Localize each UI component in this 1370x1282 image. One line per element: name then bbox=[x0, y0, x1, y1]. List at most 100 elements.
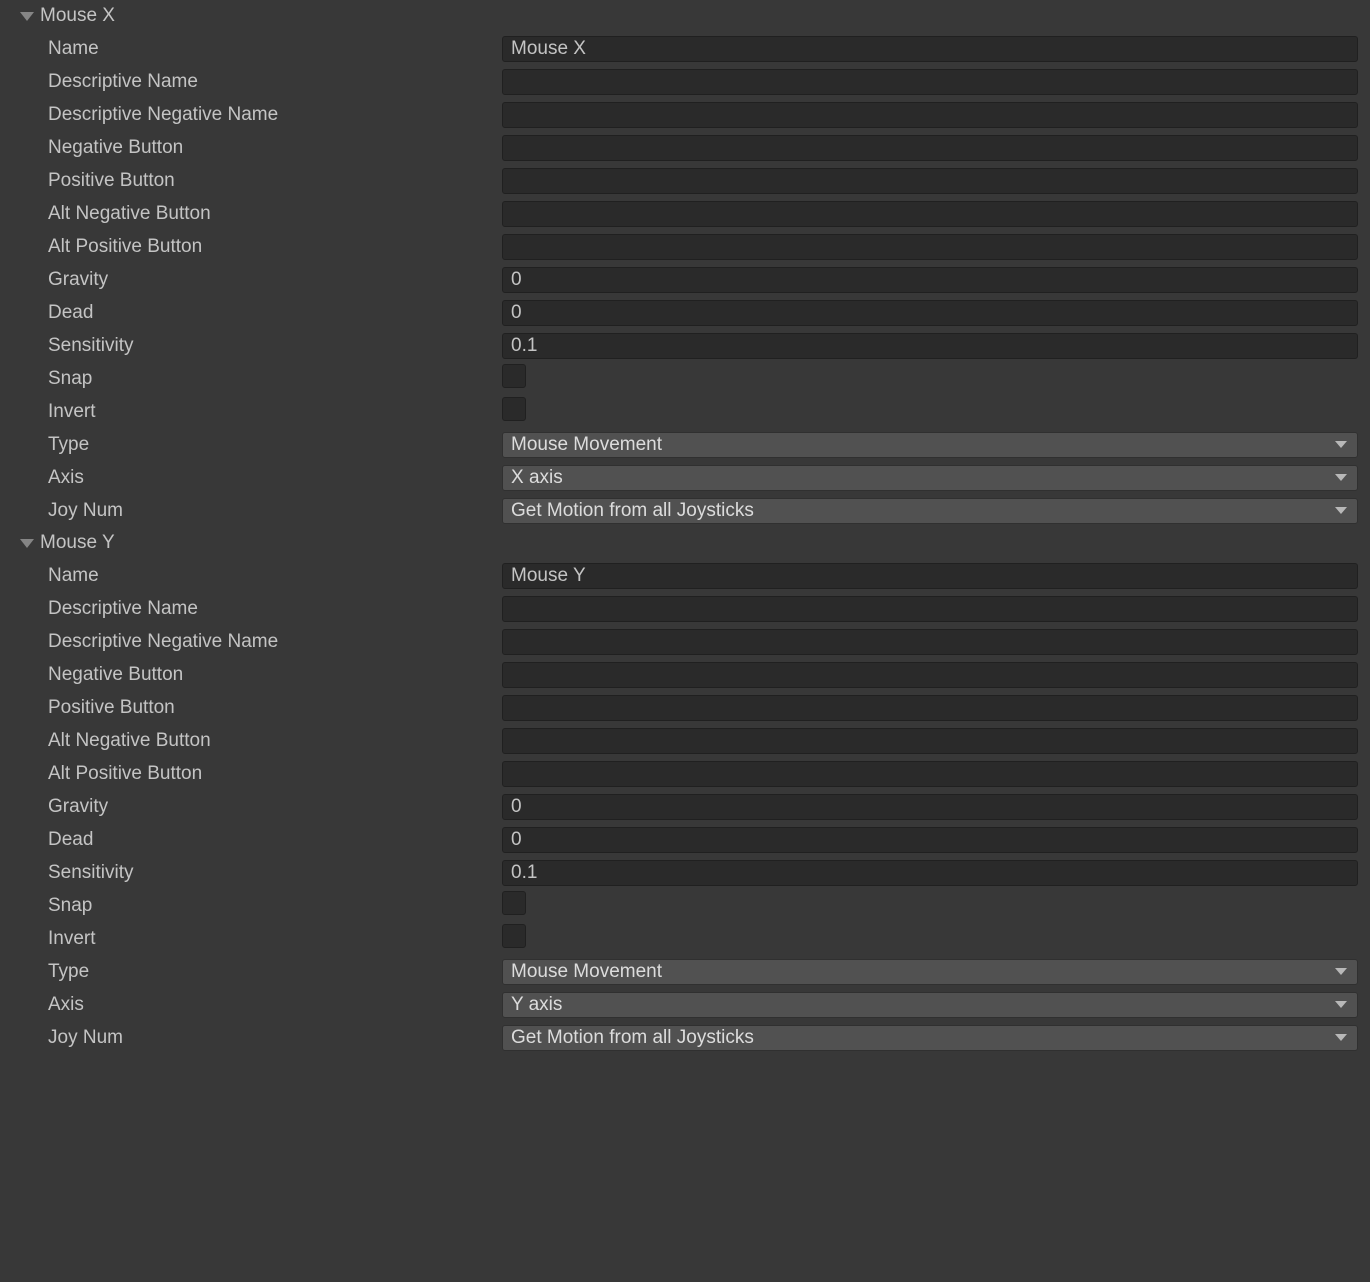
label-alt-positive-button: Alt Positive Button bbox=[48, 236, 502, 258]
input-alt-negative-button[interactable] bbox=[502, 201, 1358, 227]
input-negative-button[interactable] bbox=[502, 662, 1358, 688]
label-gravity: Gravity bbox=[48, 796, 502, 818]
section-header-mouse-x[interactable]: Mouse X bbox=[4, 0, 1366, 32]
row-axis: Axis Y axis bbox=[4, 988, 1366, 1021]
label-joy-num: Joy Num bbox=[48, 1027, 502, 1049]
label-dead: Dead bbox=[48, 829, 502, 851]
label-axis: Axis bbox=[48, 994, 502, 1016]
row-descriptive-name: Descriptive Name bbox=[4, 592, 1366, 625]
input-sensitivity[interactable] bbox=[502, 333, 1358, 359]
label-alt-negative-button: Alt Negative Button bbox=[48, 203, 502, 225]
input-positive-button[interactable] bbox=[502, 168, 1358, 194]
dropdown-joy-num[interactable]: Get Motion from all Joysticks bbox=[502, 498, 1358, 524]
row-type: Type Mouse Movement bbox=[4, 955, 1366, 988]
dropdown-axis-value: Y axis bbox=[511, 994, 562, 1016]
label-gravity: Gravity bbox=[48, 269, 502, 291]
dropdown-axis[interactable]: Y axis bbox=[502, 992, 1358, 1018]
row-alt-negative-button: Alt Negative Button bbox=[4, 197, 1366, 230]
input-sensitivity[interactable] bbox=[502, 860, 1358, 886]
input-negative-button[interactable] bbox=[502, 135, 1358, 161]
row-positive-button: Positive Button bbox=[4, 691, 1366, 724]
row-descriptive-negative-name: Descriptive Negative Name bbox=[4, 98, 1366, 131]
row-positive-button: Positive Button bbox=[4, 164, 1366, 197]
input-alt-positive-button[interactable] bbox=[502, 761, 1358, 787]
inspector-panel: Mouse X Name Descriptive Name Descriptiv… bbox=[0, 0, 1370, 1058]
chevron-down-icon bbox=[1335, 441, 1347, 448]
row-sensitivity: Sensitivity bbox=[4, 329, 1366, 362]
label-type: Type bbox=[48, 434, 502, 456]
dropdown-joy-num-value: Get Motion from all Joysticks bbox=[511, 1027, 754, 1049]
input-descriptive-name[interactable] bbox=[502, 596, 1358, 622]
input-positive-button[interactable] bbox=[502, 695, 1358, 721]
label-alt-negative-button: Alt Negative Button bbox=[48, 730, 502, 752]
input-gravity[interactable] bbox=[502, 794, 1358, 820]
input-alt-negative-button[interactable] bbox=[502, 728, 1358, 754]
row-dead: Dead bbox=[4, 296, 1366, 329]
row-descriptive-negative-name: Descriptive Negative Name bbox=[4, 625, 1366, 658]
label-negative-button: Negative Button bbox=[48, 664, 502, 686]
input-dead[interactable] bbox=[502, 300, 1358, 326]
label-sensitivity: Sensitivity bbox=[48, 862, 502, 884]
row-invert: Invert bbox=[4, 395, 1366, 428]
chevron-down-icon bbox=[1335, 1001, 1347, 1008]
row-negative-button: Negative Button bbox=[4, 658, 1366, 691]
row-descriptive-name: Descriptive Name bbox=[4, 65, 1366, 98]
checkbox-snap[interactable] bbox=[502, 364, 526, 388]
row-snap: Snap bbox=[4, 889, 1366, 922]
checkbox-snap[interactable] bbox=[502, 891, 526, 915]
row-sensitivity: Sensitivity bbox=[4, 856, 1366, 889]
input-dead[interactable] bbox=[502, 827, 1358, 853]
foldout-arrow-icon bbox=[20, 12, 34, 21]
row-gravity: Gravity bbox=[4, 790, 1366, 823]
label-dead: Dead bbox=[48, 302, 502, 324]
row-name: Name bbox=[4, 32, 1366, 65]
label-positive-button: Positive Button bbox=[48, 697, 502, 719]
row-alt-positive-button: Alt Positive Button bbox=[4, 230, 1366, 263]
chevron-down-icon bbox=[1335, 507, 1347, 514]
input-name[interactable] bbox=[502, 563, 1358, 589]
label-snap: Snap bbox=[48, 368, 502, 390]
row-gravity: Gravity bbox=[4, 263, 1366, 296]
row-alt-negative-button: Alt Negative Button bbox=[4, 724, 1366, 757]
label-negative-button: Negative Button bbox=[48, 137, 502, 159]
label-invert: Invert bbox=[48, 928, 502, 950]
row-dead: Dead bbox=[4, 823, 1366, 856]
input-descriptive-negative-name[interactable] bbox=[502, 629, 1358, 655]
row-alt-positive-button: Alt Positive Button bbox=[4, 757, 1366, 790]
dropdown-joy-num-value: Get Motion from all Joysticks bbox=[511, 500, 754, 522]
checkbox-invert[interactable] bbox=[502, 924, 526, 948]
label-positive-button: Positive Button bbox=[48, 170, 502, 192]
row-joy-num: Joy Num Get Motion from all Joysticks bbox=[4, 494, 1366, 527]
dropdown-axis-value: X axis bbox=[511, 467, 563, 489]
row-snap: Snap bbox=[4, 362, 1366, 395]
dropdown-type[interactable]: Mouse Movement bbox=[502, 959, 1358, 985]
checkbox-invert[interactable] bbox=[502, 397, 526, 421]
label-type: Type bbox=[48, 961, 502, 983]
label-descriptive-name: Descriptive Name bbox=[48, 71, 502, 93]
input-descriptive-name[interactable] bbox=[502, 69, 1358, 95]
row-joy-num: Joy Num Get Motion from all Joysticks bbox=[4, 1021, 1366, 1054]
row-name: Name bbox=[4, 559, 1366, 592]
input-alt-positive-button[interactable] bbox=[502, 234, 1358, 260]
section-header-mouse-y[interactable]: Mouse Y bbox=[4, 527, 1366, 559]
input-descriptive-negative-name[interactable] bbox=[502, 102, 1358, 128]
input-name[interactable] bbox=[502, 36, 1358, 62]
label-alt-positive-button: Alt Positive Button bbox=[48, 763, 502, 785]
label-name: Name bbox=[48, 38, 502, 60]
label-invert: Invert bbox=[48, 401, 502, 423]
chevron-down-icon bbox=[1335, 474, 1347, 481]
dropdown-type[interactable]: Mouse Movement bbox=[502, 432, 1358, 458]
dropdown-joy-num[interactable]: Get Motion from all Joysticks bbox=[502, 1025, 1358, 1051]
dropdown-type-value: Mouse Movement bbox=[511, 434, 662, 456]
row-axis: Axis X axis bbox=[4, 461, 1366, 494]
foldout-arrow-icon bbox=[20, 539, 34, 548]
row-type: Type Mouse Movement bbox=[4, 428, 1366, 461]
input-gravity[interactable] bbox=[502, 267, 1358, 293]
label-snap: Snap bbox=[48, 895, 502, 917]
section-title: Mouse X bbox=[40, 5, 115, 27]
chevron-down-icon bbox=[1335, 1034, 1347, 1041]
label-name: Name bbox=[48, 565, 502, 587]
row-invert: Invert bbox=[4, 922, 1366, 955]
dropdown-axis[interactable]: X axis bbox=[502, 465, 1358, 491]
label-axis: Axis bbox=[48, 467, 502, 489]
